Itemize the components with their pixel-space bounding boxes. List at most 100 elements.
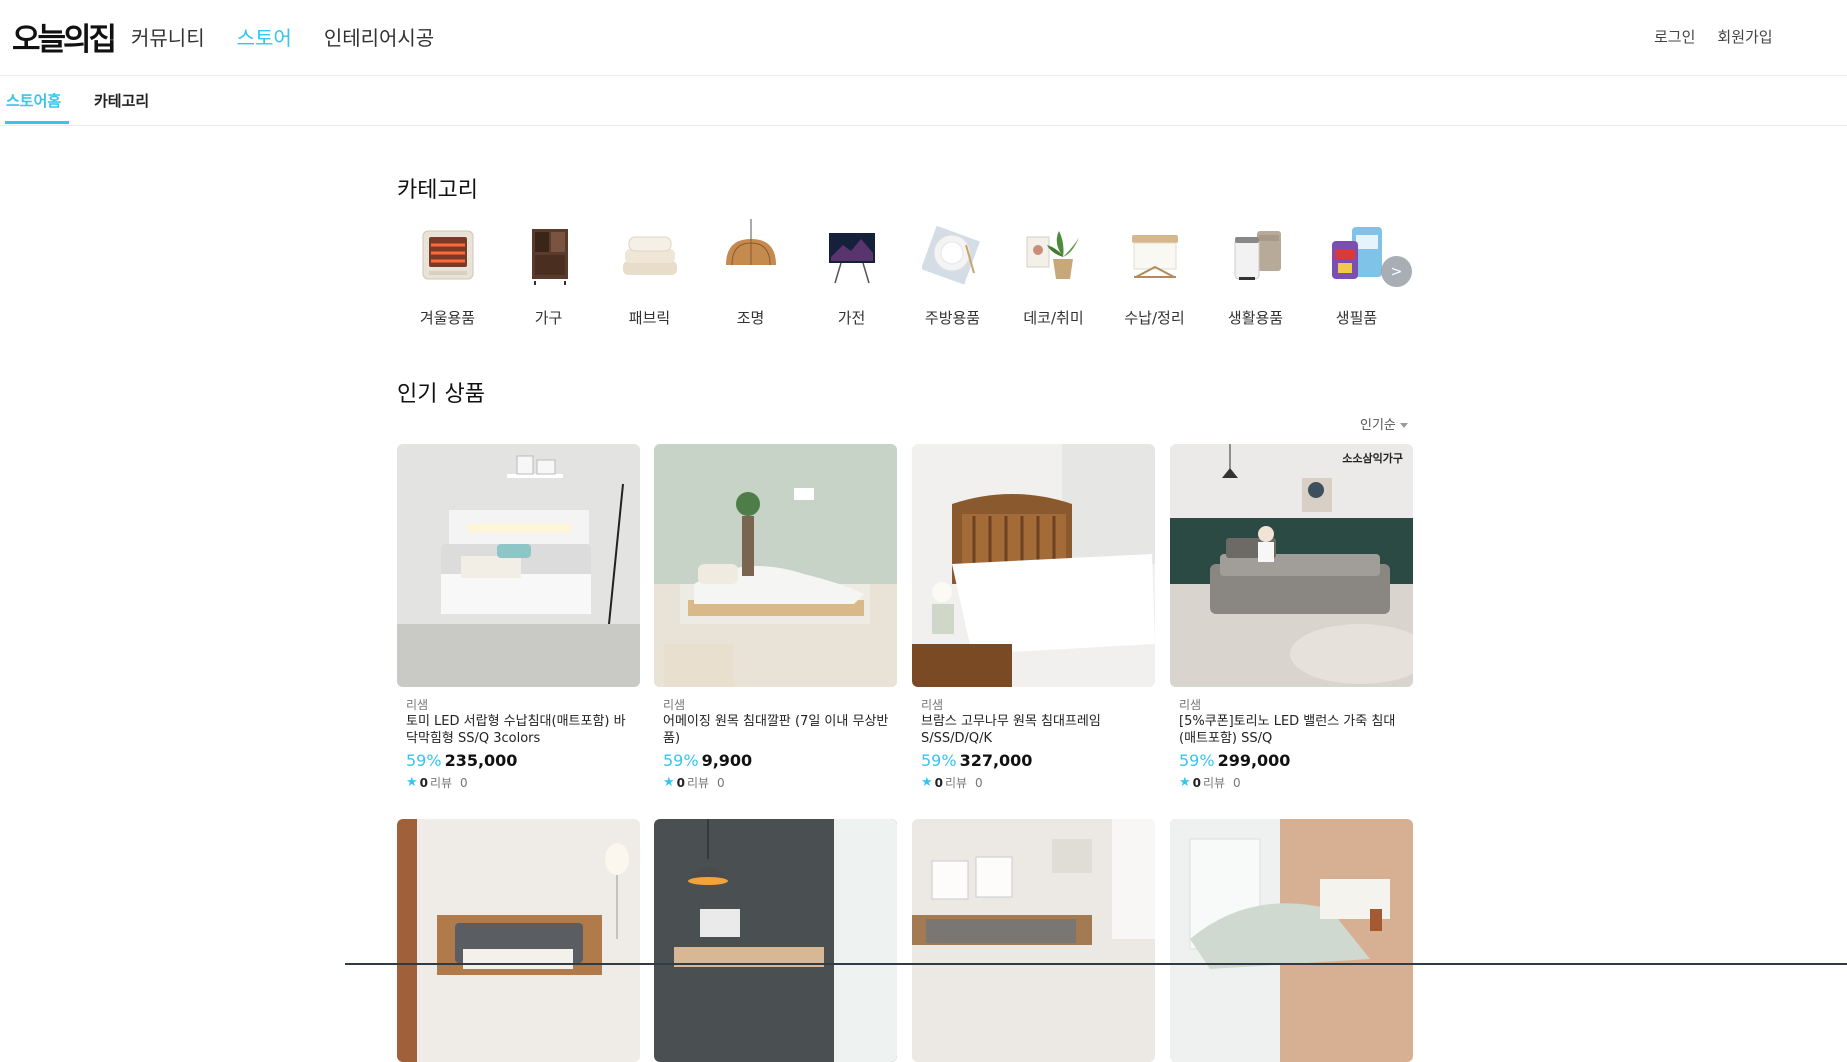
- logo[interactable]: 오늘의집: [12, 14, 117, 59]
- price-value: 327,000: [959, 751, 1033, 770]
- product-brand: 리샘: [921, 698, 944, 712]
- login-link[interactable]: 로그인: [1654, 26, 1695, 47]
- discount-rate: 59%: [1179, 751, 1215, 770]
- category-item-deco[interactable]: 데코/취미: [1003, 215, 1104, 335]
- product-card[interactable]: [397, 819, 640, 1062]
- active-tab-indicator: [5, 121, 69, 124]
- plates-icon: [918, 219, 988, 289]
- product-card[interactable]: 소소삼익가구 리샘 [5%쿠폰]토리노 LED 밸런스 가죽 침대(매트포함) …: [1170, 444, 1413, 790]
- review-count: 0: [459, 775, 468, 790]
- star-icon: ★: [663, 775, 675, 790]
- category-label: 패브릭: [628, 309, 671, 327]
- product-name: 토미 LED 서랍형 수납침대(매트포함) 바닥막힘형 SS/Q 3colors: [406, 714, 626, 746]
- category-item-living[interactable]: 생활용품: [1205, 215, 1306, 335]
- product-rating: ★ 0 리뷰 0: [1179, 774, 1241, 791]
- category-item-winter[interactable]: 겨울용품: [397, 215, 498, 335]
- review-label: 리뷰: [1203, 776, 1226, 790]
- category-label: 생활용품: [1227, 309, 1284, 327]
- product-brand: 리샘: [663, 698, 686, 712]
- category-label: 주방용품: [924, 309, 981, 327]
- price-value: 299,000: [1217, 751, 1291, 770]
- tv-icon: [817, 219, 887, 289]
- rating-value: 0: [934, 775, 944, 790]
- category-item-kitchen[interactable]: 주방용품: [902, 215, 1003, 335]
- rating-value: 0: [676, 775, 686, 790]
- review-count: 0: [974, 775, 983, 790]
- nav-interior-construction[interactable]: 인테리어시공: [324, 22, 434, 51]
- rating-value: 0: [1192, 775, 1202, 790]
- product-price: 59% 235,000: [406, 751, 517, 770]
- detergent-icon: [1322, 219, 1392, 289]
- storage-box-icon: [1120, 219, 1190, 289]
- cabinet-icon: [514, 219, 584, 289]
- product-name: 어메이징 원목 침대깔판 (7일 이내 무상반품): [663, 714, 889, 746]
- category-next-button[interactable]: >: [1381, 256, 1412, 287]
- product-name: 브람스 고무나무 원목 침대프레임 S/SS/D/Q/K: [921, 714, 1101, 746]
- category-label: 데코/취미: [1023, 309, 1084, 327]
- product-card[interactable]: [912, 819, 1155, 1062]
- star-icon: ★: [406, 775, 418, 790]
- product-image: [654, 444, 897, 687]
- auth-links: 로그인 회원가입: [1654, 26, 1773, 47]
- product-card[interactable]: 리샘 어메이징 원목 침대깔판 (7일 이내 무상반품) 59% 9,900 ★ 0…: [654, 444, 897, 790]
- heater-icon: [413, 219, 483, 289]
- category-item-appliances[interactable]: 가전: [801, 215, 902, 335]
- product-card[interactable]: 리샘 브람스 고무나무 원목 침대프레임 S/SS/D/Q/K 59% 327,0…: [912, 444, 1155, 790]
- pendant-lamp-icon: [716, 219, 786, 289]
- page-bottom-divider: [345, 963, 1847, 965]
- category-label: 가전: [837, 309, 866, 327]
- rating-value: 0: [419, 775, 429, 790]
- star-icon: ★: [1179, 775, 1191, 790]
- trash-can-icon: [1221, 219, 1291, 289]
- product-image: [912, 444, 1155, 687]
- category-label: 가구: [534, 309, 563, 327]
- review-count: 0: [1232, 775, 1241, 790]
- main-nav: 커뮤니티 스토어 인테리어시공: [131, 22, 434, 51]
- product-price: 59% 327,000: [921, 751, 1032, 770]
- discount-rate: 59%: [406, 751, 442, 770]
- price-value: 9,900: [701, 751, 753, 770]
- product-card[interactable]: [1170, 819, 1413, 1062]
- product-card[interactable]: [654, 819, 897, 1062]
- review-label: 리뷰: [687, 776, 710, 790]
- product-rating: ★ 0 리뷰 0: [921, 774, 983, 791]
- product-image: [654, 819, 897, 1062]
- nav-store[interactable]: 스토어: [237, 22, 292, 51]
- category-section-title: 카테고리: [397, 178, 478, 203]
- bedding-icon: [615, 219, 685, 289]
- category-row: 겨울용품 가구 패브릭 조명 가전 주방용품 데코/취미 수납/정리 생활용품 …: [397, 215, 1412, 335]
- product-name: [5%쿠폰]토리노 LED 밸런스 가죽 침대(매트포함) SS/Q: [1179, 714, 1396, 746]
- product-price: 59% 299,000: [1179, 751, 1290, 770]
- product-card[interactable]: 리샘 토미 LED 서랍형 수납침대(매트포함) 바닥막힘형 SS/Q 3col…: [397, 444, 640, 790]
- product-image: [397, 819, 640, 1062]
- tab-category[interactable]: 카테고리: [94, 90, 149, 111]
- product-price: 59% 9,900: [663, 751, 752, 770]
- signup-link[interactable]: 회원가입: [1717, 26, 1772, 47]
- category-item-fabric[interactable]: 패브릭: [599, 215, 700, 335]
- sort-dropdown[interactable]: 인기순: [1360, 414, 1408, 433]
- product-brand: 리샘: [406, 698, 429, 712]
- nav-community[interactable]: 커뮤니티: [131, 22, 205, 51]
- product-rating: ★ 0 리뷰 0: [406, 774, 468, 791]
- category-item-lighting[interactable]: 조명: [700, 215, 801, 335]
- category-label: 겨울용품: [419, 309, 476, 327]
- product-image: [1170, 819, 1413, 1062]
- product-image: [912, 819, 1155, 1062]
- popular-section-title: 인기 상품: [397, 382, 485, 407]
- product-rating: ★ 0 리뷰 0: [663, 774, 725, 791]
- review-label: 리뷰: [945, 776, 968, 790]
- caret-down-icon: [1399, 423, 1408, 428]
- category-item-furniture[interactable]: 가구: [498, 215, 599, 335]
- star-icon: ★: [921, 775, 933, 790]
- sort-label: 인기순: [1360, 418, 1396, 433]
- category-item-storage[interactable]: 수납/정리: [1104, 215, 1205, 335]
- tab-store-home[interactable]: 스토어홈: [6, 90, 61, 111]
- sub-nav: 스토어홈 카테고리: [0, 76, 1847, 126]
- product-image: [397, 444, 640, 687]
- discount-rate: 59%: [663, 751, 699, 770]
- category-label: 생필품: [1335, 309, 1378, 327]
- product-image: 소소삼익가구: [1170, 444, 1413, 687]
- discount-rate: 59%: [921, 751, 957, 770]
- review-count: 0: [716, 775, 725, 790]
- top-header: 오늘의집 커뮤니티 스토어 인테리어시공 로그인 회원가입: [0, 0, 1847, 76]
